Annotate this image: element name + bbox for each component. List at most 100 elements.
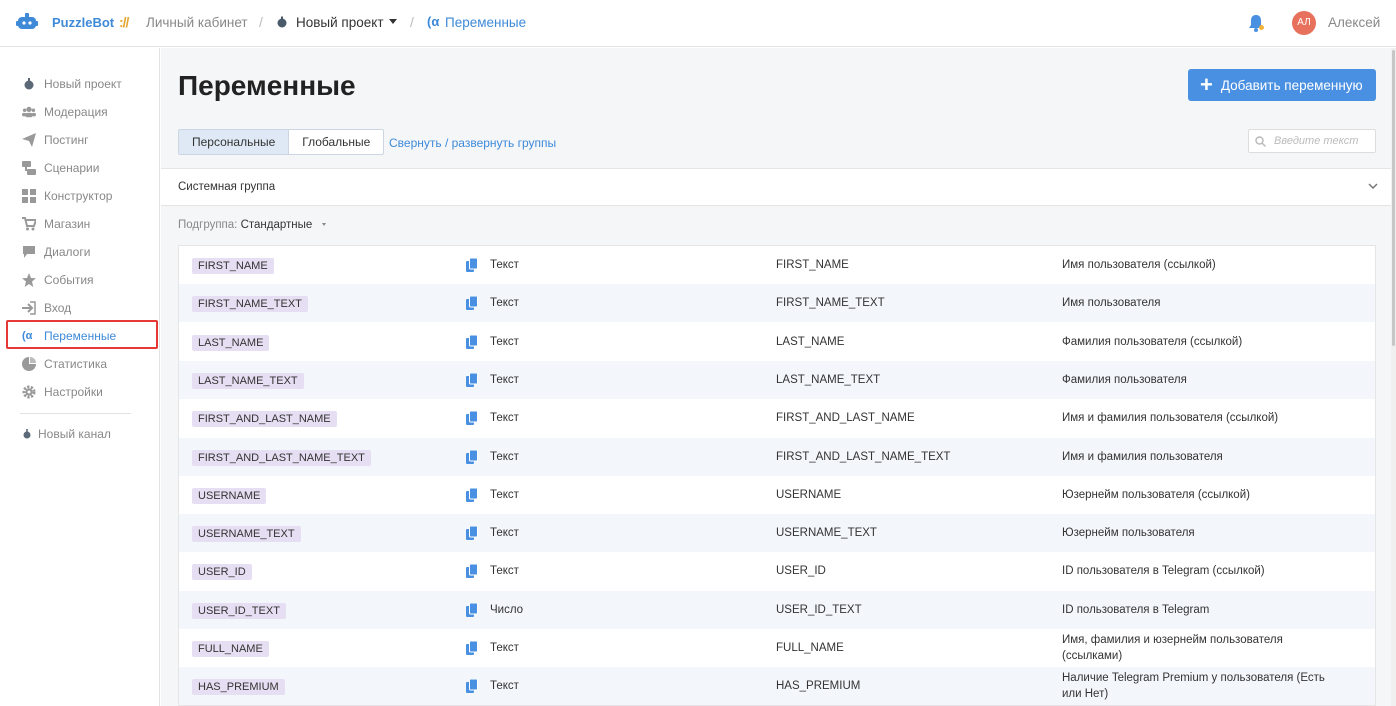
table-row[interactable]: USERNAME_TEXT Текст USERNAME_TEXT Юзернейм …: [179, 514, 1375, 553]
scrollbar-thumb[interactable]: [1392, 50, 1395, 346]
variable-name-tag[interactable]: USERNAME: [192, 487, 267, 504]
sidebar-item-events[interactable]: События: [22, 270, 94, 290]
breadcrumb-project[interactable]: Новый проект: [296, 15, 384, 30]
brand-separator: ://: [119, 14, 130, 30]
copy-icon[interactable]: [466, 602, 478, 617]
variable-name-tag[interactable]: USERNAME_TEXT: [192, 526, 301, 543]
subgroup-value[interactable]: Стандартные: [241, 219, 313, 231]
search-input[interactable]: Введите текст: [1248, 129, 1376, 153]
active-highlight-box: [6, 320, 158, 349]
variable-name-tag[interactable]: LAST_NAME: [192, 334, 270, 351]
variable-name-tag[interactable]: USER_ID: [192, 564, 252, 581]
table-row[interactable]: FIRST_NAME_TEXT Текст FIRST_NAME_TEXT Имя п…: [179, 284, 1375, 323]
variable-name-tag[interactable]: FIRST_NAME_TEXT: [192, 296, 308, 313]
variable-name-tag[interactable]: HAS_PREMIUM: [192, 679, 285, 696]
copy-icon[interactable]: [466, 258, 478, 272]
breadcrumb-divider: /: [410, 14, 414, 30]
tab-personal[interactable]: Персональные: [179, 130, 290, 154]
group-title: Системная группа: [178, 181, 276, 193]
avatar[interactable]: АЛ: [1292, 11, 1316, 35]
sidebar-item-shop[interactable]: Магазин: [22, 214, 90, 234]
tab-global[interactable]: Глобальные: [289, 130, 383, 154]
copy-icon[interactable]: [466, 679, 478, 694]
sidebar-item-moderation[interactable]: Модерация: [22, 102, 108, 122]
main-content: Переменные + Добавить переменную Персона…: [161, 48, 1391, 706]
copy-icon[interactable]: [466, 487, 478, 502]
plus-icon: +: [1200, 72, 1213, 97]
table-row[interactable]: LAST_NAME Текст LAST_NAME Фамилия пользоват…: [179, 323, 1375, 361]
variable-name-tag[interactable]: FIRST_AND_LAST_NAME_TEXT: [192, 449, 371, 466]
copy-icon[interactable]: [466, 449, 478, 464]
copy-icon[interactable]: [466, 526, 478, 541]
copy-icon[interactable]: [466, 372, 478, 387]
sidebar-item-label: Новый канал: [38, 427, 111, 441]
copy-icon[interactable]: [466, 296, 478, 311]
table-row[interactable]: FIRST_AND_LAST_NAME_TEXT Текст FIRST_AND_L…: [179, 437, 1375, 476]
bell-icon[interactable]: [1247, 13, 1265, 33]
chevron-down-icon[interactable]: [321, 223, 326, 227]
chat-icon: [23, 246, 35, 258]
sidebar-item-scenarios[interactable]: Сценарии: [22, 158, 99, 178]
variable-description: Фамилия пользователя (ссылкой): [1062, 335, 1243, 348]
sidebar-item-settings[interactable]: Настройки: [22, 382, 103, 402]
puzzlebot-logo-icon[interactable]: [16, 11, 38, 33]
sidebar-item-label: Постинг: [44, 133, 89, 147]
sidebar-item-label: Сценарии: [44, 161, 100, 175]
chevron-down-icon[interactable]: [1368, 181, 1378, 191]
sidebar-item-dialogs[interactable]: Диалоги: [22, 242, 90, 262]
variable-name-tag[interactable]: USER_ID_TEXT: [192, 602, 286, 619]
brand-name[interactable]: PuzzleBot: [52, 15, 114, 30]
user-name[interactable]: Алексей: [1328, 15, 1380, 30]
variable-type: Текст: [490, 373, 519, 386]
add-variable-button[interactable]: + Добавить переменную: [1188, 69, 1376, 101]
variable-name-tag[interactable]: FIRST_NAME: [192, 258, 274, 274]
copy-icon[interactable]: [466, 334, 478, 349]
project-icon: [24, 78, 34, 90]
variable-name-tag[interactable]: FULL_NAME: [192, 641, 269, 657]
send-icon: [22, 133, 36, 147]
sidebar-item-label: Вход: [44, 301, 72, 315]
breadcrumb-cabinet[interactable]: Личный кабинет: [146, 15, 248, 30]
login-icon: [22, 301, 36, 315]
table-row[interactable]: FULL_NAME Текст FULL_NAME Имя, фамилия и юз…: [179, 629, 1375, 667]
table-row[interactable]: USERNAME Текст USERNAME Юзернейм пользовате…: [179, 476, 1375, 514]
variable-name-tag[interactable]: LAST_NAME_TEXT: [192, 372, 304, 389]
sidebar-item-login[interactable]: Вход: [22, 298, 71, 318]
variable-type: Текст: [490, 680, 519, 693]
cart-icon: [22, 217, 36, 231]
sidebar-item-posting[interactable]: Постинг: [22, 130, 89, 150]
table-row[interactable]: USER_ID Текст USER_ID ID пользователя в Tel…: [179, 552, 1375, 590]
variable-type: Текст: [490, 297, 519, 310]
copy-icon[interactable]: [466, 641, 478, 655]
sidebar-item-new-channel[interactable]: Новый канал: [22, 424, 111, 444]
sidebar: Новый проект Модерация Постинг Сценарии …: [0, 48, 160, 706]
variable-code: USERNAME: [776, 488, 842, 501]
breadcrumb-variables[interactable]: Переменные: [445, 15, 526, 30]
sidebar-item-statistics[interactable]: Статистика: [22, 354, 107, 374]
table-row[interactable]: FIRST_AND_LAST_NAME Текст FIRST_AND_LAST_N…: [179, 399, 1375, 437]
table-row[interactable]: LAST_NAME_TEXT Текст LAST_NAME_TEXT Фамилия…: [179, 360, 1375, 399]
variable-code: USER_ID: [776, 565, 826, 578]
gear-icon: [22, 385, 36, 399]
add-variable-label: Добавить переменную: [1220, 77, 1363, 93]
subgroup-selector[interactable]: Подгруппа: Стандартные: [178, 219, 326, 231]
top-bar: PuzzleBot :// Личный кабинет / Новый про…: [0, 0, 1396, 47]
variable-name-tag[interactable]: FIRST_AND_LAST_NAME: [192, 411, 337, 428]
table-row[interactable]: FIRST_NAME Текст FIRST_NAME Имя пользовател…: [179, 246, 1375, 284]
variable-icon: (α: [427, 14, 440, 29]
copy-icon[interactable]: [466, 564, 478, 579]
variable-type: Текст: [490, 335, 519, 348]
variable-description: Фамилия пользователя: [1062, 373, 1187, 386]
search-icon: [1255, 135, 1266, 147]
sidebar-item-project[interactable]: Новый проект: [22, 74, 122, 94]
variable-code: FULL_NAME: [776, 642, 844, 654]
table-row[interactable]: USER_ID_TEXT Число USER_ID_TEXT ID пользова…: [179, 590, 1375, 629]
variable-code: LAST_NAME: [776, 335, 845, 348]
table-row[interactable]: HAS_PREMIUM Текст HAS_PREMIUM Наличие Teleg…: [179, 667, 1375, 705]
copy-icon[interactable]: [466, 411, 478, 426]
chevron-down-icon[interactable]: [389, 19, 397, 24]
collapse-expand-groups-link[interactable]: Свернуть / развернуть группы: [389, 136, 556, 150]
variable-description: Наличие Telegram Premium у пользователя …: [1062, 672, 1325, 701]
group-header[interactable]: Системная группа: [161, 168, 1391, 206]
sidebar-item-constructor[interactable]: Конструктор: [22, 186, 112, 206]
